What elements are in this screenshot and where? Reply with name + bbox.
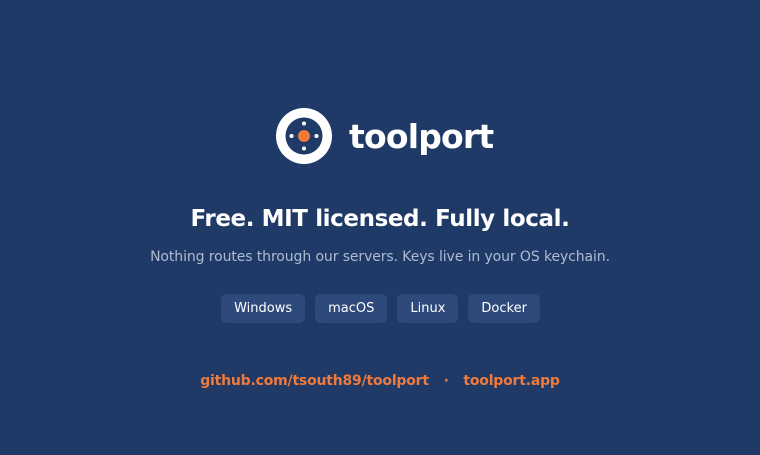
brand-name: toolport bbox=[349, 116, 494, 156]
repo-link[interactable]: github.com/tsouth89/toolport bbox=[200, 373, 429, 389]
link-separator: · bbox=[443, 373, 449, 389]
platform-chip-windows[interactable]: Windows bbox=[221, 294, 306, 323]
platform-list: Windows macOS Linux Docker bbox=[0, 294, 760, 323]
platform-chip-docker[interactable]: Docker bbox=[468, 294, 540, 323]
platform-chip-linux[interactable]: Linux bbox=[397, 294, 459, 323]
headline: Free. MIT licensed. Fully local. bbox=[190, 206, 570, 232]
platform-chip-macos[interactable]: macOS bbox=[315, 294, 388, 323]
footer-links: github.com/tsouth89/toolport · toolport.… bbox=[0, 370, 760, 392]
brand-lockup: toolport bbox=[276, 108, 494, 164]
target-ring-icon bbox=[276, 108, 332, 164]
subline: Nothing routes through our servers. Keys… bbox=[150, 249, 610, 265]
site-link[interactable]: toolport.app bbox=[463, 373, 560, 389]
